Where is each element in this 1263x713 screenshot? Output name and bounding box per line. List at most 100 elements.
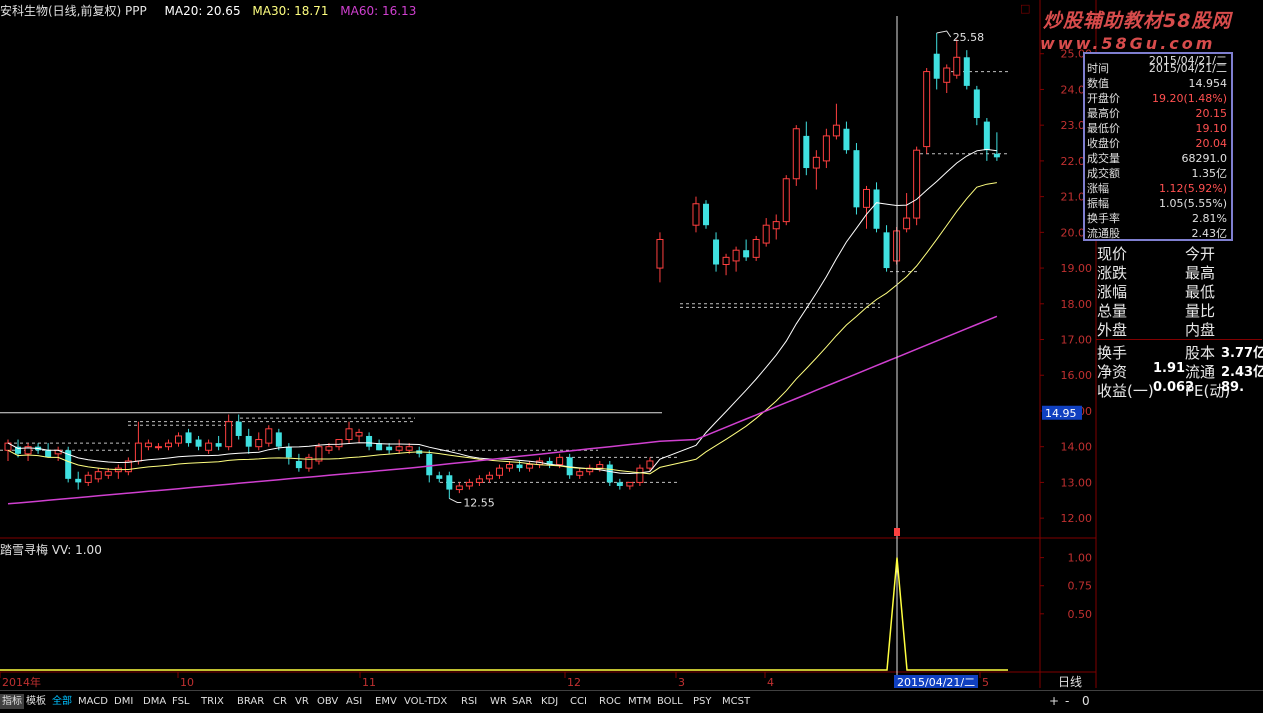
quote-stat-value: 89. <box>1221 380 1245 395</box>
time-tick-label: 3 <box>678 676 685 689</box>
tab-trix[interactable]: TRIX <box>201 694 224 709</box>
candle-down <box>215 443 222 447</box>
quote-label: 涨幅 <box>1097 283 1128 301</box>
candle-up <box>345 428 353 441</box>
tab-obv[interactable]: OBV <box>317 694 338 709</box>
tab-asi[interactable]: ASI <box>346 694 362 709</box>
info-key: 收盘价 <box>1087 137 1120 150</box>
candle-down <box>45 450 52 458</box>
candle-up <box>405 446 413 451</box>
tab-模板[interactable]: 模板 <box>26 694 46 709</box>
info-row: 数值 14.954 <box>1087 77 1229 91</box>
candle-up <box>782 178 790 223</box>
quote-label: 涨跌 <box>1097 264 1128 282</box>
candle-down <box>275 432 282 447</box>
candle-up <box>923 71 931 148</box>
tab-emv[interactable]: EMV <box>375 694 397 709</box>
candle-down <box>295 460 302 469</box>
info-row: 最低价 19.10 <box>1087 122 1229 136</box>
tab-mtm[interactable]: MTM <box>628 694 651 709</box>
info-value: 2.43亿 <box>1191 227 1228 240</box>
tab-rsi[interactable]: RSI <box>461 694 477 709</box>
info-value: 20.04 <box>1195 137 1228 150</box>
tab-vr[interactable]: VR <box>295 694 309 709</box>
info-value: 68291.0 <box>1181 152 1228 165</box>
price-tick-label: 13.00 <box>1061 476 1093 489</box>
tab-cr[interactable]: CR <box>273 694 287 709</box>
ma30-label: MA30: 18.71 <box>252 4 329 18</box>
tab-macd[interactable]: MACD <box>78 694 108 709</box>
candle-up <box>225 421 233 448</box>
tab-roc[interactable]: ROC <box>599 694 621 709</box>
sub-tick-label: 1.00 <box>1068 552 1093 565</box>
quote-label: 内盘 <box>1185 321 1216 339</box>
quote-label: 外盘 <box>1097 321 1128 339</box>
info-value: 2015/04/21/二 <box>1148 62 1227 75</box>
candle-down <box>703 203 710 226</box>
tab-指标[interactable]: 指标 <box>0 694 24 709</box>
candle-up <box>526 464 534 469</box>
candle-down <box>843 128 850 151</box>
sub-tick-label: 0.75 <box>1068 580 1093 593</box>
quote-stat-value: 3.77亿 <box>1221 346 1263 361</box>
candle-up <box>576 471 584 476</box>
low-marker <box>449 498 462 503</box>
tab-boll[interactable]: BOLL <box>657 694 683 709</box>
info-key: 时间 <box>1087 62 1109 75</box>
info-row: 成交额 1.35亿 <box>1087 167 1229 181</box>
candle-up <box>205 442 213 451</box>
kline-chart-area[interactable]: 25.0024.0023.0022.0021.0020.0019.0018.00… <box>0 0 1263 712</box>
tab-vol-tdx[interactable]: VOL-TDX <box>404 694 447 709</box>
candle-down <box>185 432 192 444</box>
tab-fsl[interactable]: FSL <box>172 694 190 709</box>
candle-down <box>436 475 443 479</box>
watermark-url: www.58Gu.com <box>1040 34 1216 53</box>
candle-down <box>983 121 990 151</box>
price-tick-label: 14.00 <box>1061 441 1093 454</box>
tab-brar[interactable]: BRAR <box>237 694 264 709</box>
candle-up <box>506 464 513 469</box>
info-row: 流通股 2.43亿 <box>1087 227 1229 241</box>
candle-down <box>973 89 980 119</box>
candle-down <box>993 153 1000 158</box>
candle-up <box>355 431 363 437</box>
tab-mcst[interactable]: MCST <box>722 694 750 709</box>
zoom-zero-button[interactable]: 0 <box>1082 694 1090 709</box>
zoom-plus-button[interactable]: + <box>1049 694 1059 709</box>
quote-stat-value: 2.43亿 <box>1221 365 1263 380</box>
tab-dmi[interactable]: DMI <box>114 694 133 709</box>
candle-down <box>873 189 880 229</box>
tab-sar[interactable]: SAR <box>512 694 532 709</box>
quote-divider <box>1096 339 1262 340</box>
zoom-minus-button[interactable]: - <box>1065 694 1069 709</box>
tab-psy[interactable]: PSY <box>693 694 712 709</box>
time-tick-label: 2014年 <box>2 675 41 689</box>
info-value: 14.954 <box>1188 77 1228 90</box>
candle-down <box>713 239 720 265</box>
quote-stat-label: 换手 <box>1097 344 1128 362</box>
quote-label: 现价 <box>1097 245 1128 263</box>
info-row: 开盘价 19.20(1.48%) <box>1087 92 1229 106</box>
candle-up <box>465 481 473 487</box>
candle-up <box>812 156 820 169</box>
tab-全部[interactable]: 全部 <box>52 694 72 709</box>
stock-title: 安科生物(日线,前复权) PPP <box>0 4 147 18</box>
tab-kdj[interactable]: KDJ <box>541 694 558 709</box>
info-row: 时间 2015/04/21/二 <box>1087 62 1229 76</box>
tab-dma[interactable]: DMA <box>143 694 166 709</box>
period-label: 日线 <box>1058 675 1082 689</box>
tab-wr[interactable]: WR <box>490 694 507 709</box>
candle-up <box>636 467 644 483</box>
quote-stat-label: 股本 <box>1185 344 1216 362</box>
info-key: 成交量 <box>1087 152 1120 165</box>
ma20-label: MA20: 20.65 <box>164 4 241 18</box>
cursor-date-label: 2015/04/21/二 <box>897 676 975 689</box>
quote-stat-label: 流通 <box>1185 363 1216 381</box>
tab-cci[interactable]: CCI <box>570 694 587 709</box>
panel-corner-icon[interactable]: □ <box>1020 2 1030 15</box>
info-key: 换手率 <box>1087 212 1120 225</box>
candle-down <box>446 475 453 490</box>
time-tick-label: 11 <box>362 676 376 689</box>
signal-marker <box>894 528 900 536</box>
candle-down <box>616 482 623 486</box>
